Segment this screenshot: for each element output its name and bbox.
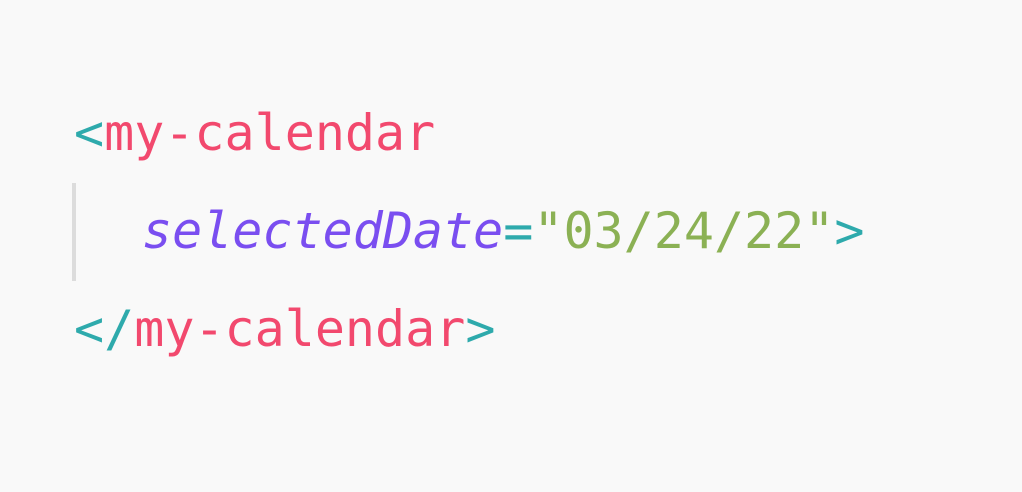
code-line-3: </my-calendar> xyxy=(74,280,495,378)
code-snippet: <my-calendar selectedDate="03/24/22"> </… xyxy=(0,0,1022,492)
indent-guide xyxy=(72,183,76,281)
attribute-value: "03/24/22" xyxy=(533,202,835,260)
code-line-1: <my-calendar xyxy=(74,84,435,182)
close-tag-name: my-calendar xyxy=(134,300,466,358)
attribute-equals: = xyxy=(503,202,534,260)
close-tag-open-bracket: </ xyxy=(74,300,135,358)
attribute-name: selectedDate xyxy=(142,202,504,260)
open-tag-close-bracket: > xyxy=(834,202,865,260)
open-tag-bracket: < xyxy=(74,104,105,162)
code-line-2: selectedDate="03/24/22"> xyxy=(142,182,864,280)
close-tag-close-bracket: > xyxy=(465,300,496,358)
open-tag-name: my-calendar xyxy=(104,104,436,162)
